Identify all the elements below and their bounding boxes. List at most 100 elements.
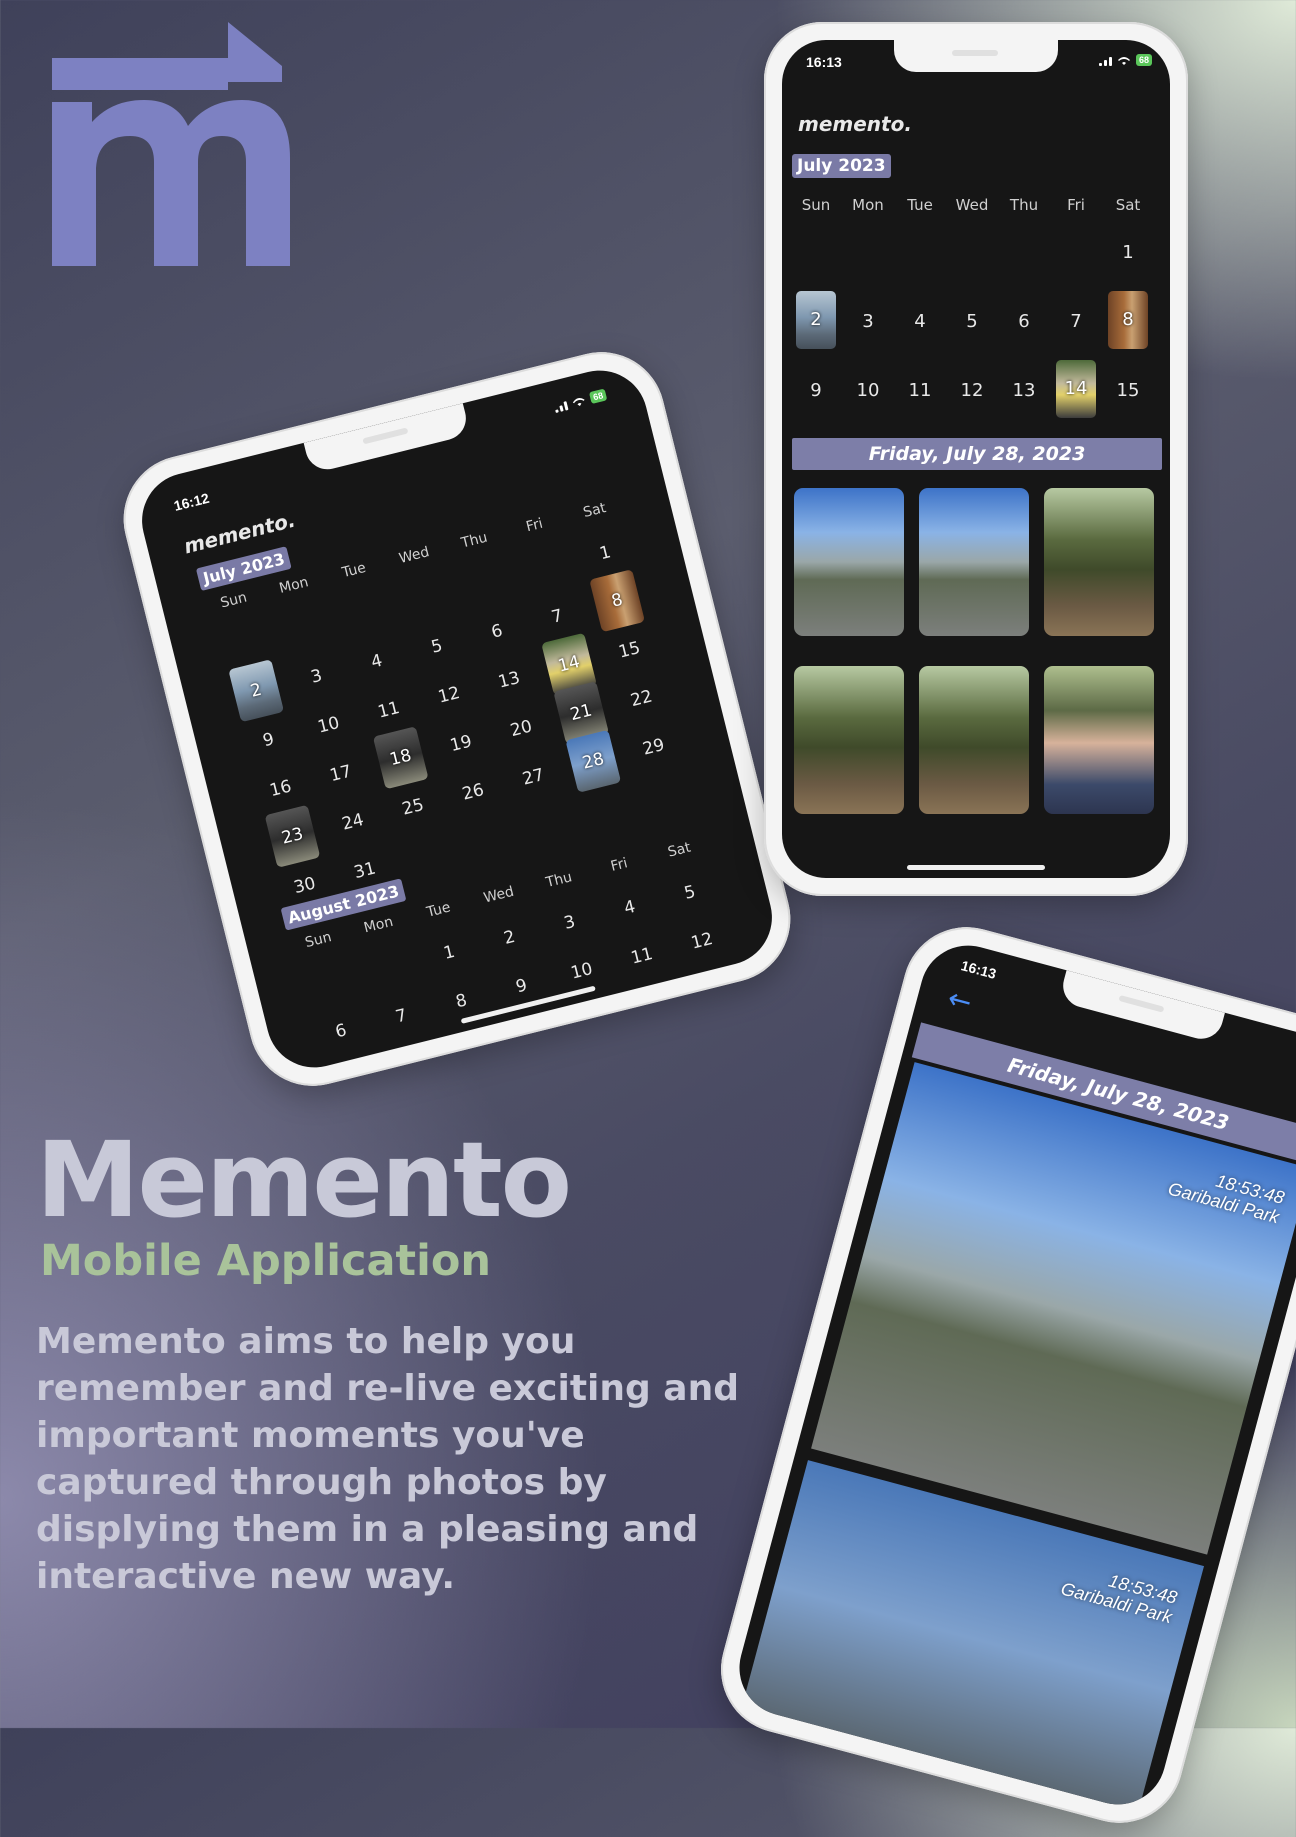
- weekday-label: Sun: [303, 929, 334, 952]
- calendar-day[interactable]: 5: [657, 876, 722, 910]
- weekday-label: Sun: [218, 589, 249, 612]
- status-icons: 68: [553, 388, 608, 413]
- calendar-day[interactable]: 12: [417, 678, 482, 712]
- calendar-day[interactable]: 9: [236, 723, 301, 757]
- calendar-day[interactable]: 19: [429, 727, 494, 761]
- calendar-day-with-photo[interactable]: 2: [796, 291, 836, 349]
- weekday-label: Wed: [482, 883, 516, 907]
- calendar-day-with-photo[interactable]: 23: [264, 804, 321, 868]
- calendar-day[interactable]: 12: [670, 924, 735, 958]
- calendar-day[interactable]: 10: [549, 954, 614, 988]
- signal-icon: [1098, 55, 1112, 66]
- calendar-day[interactable]: 7: [525, 600, 590, 634]
- photo-thumbnail-forest-path[interactable]: [1044, 488, 1154, 636]
- calendar-day[interactable]: 1: [573, 536, 638, 570]
- photo-meta: 18:53:48 Garibaldi Park: [1059, 1559, 1180, 1627]
- weekday-label: Tue: [425, 899, 453, 921]
- calendar-day[interactable]: 27: [501, 760, 566, 794]
- poster-title: Memento: [36, 1119, 572, 1241]
- weekday-label: Sat: [666, 839, 693, 861]
- calendar-day[interactable]: 6: [998, 311, 1050, 332]
- calendar-day[interactable]: 12: [946, 380, 998, 401]
- calendar-day[interactable]: 2: [477, 921, 542, 955]
- calendar-day[interactable]: 7: [369, 999, 434, 1033]
- calendar-day[interactable]: 7: [1050, 311, 1102, 332]
- calendar-day[interactable]: 17: [308, 757, 373, 791]
- calendar-day[interactable]: 25: [381, 790, 446, 824]
- status-time: 16:13: [959, 957, 999, 982]
- poster-subtitle: Mobile Application: [40, 1236, 491, 1286]
- signal-icon: [553, 399, 569, 413]
- calendar-day[interactable]: 13: [477, 663, 542, 697]
- weekday-label: Mon: [852, 196, 884, 214]
- calendar-day[interactable]: 4: [894, 311, 946, 332]
- photo-thumbnail-forest-trees[interactable]: [919, 666, 1029, 814]
- photo-meta: 18:53:48 Garibaldi Park: [1166, 1159, 1287, 1228]
- weekday-label: Thu: [544, 869, 574, 892]
- weekday-label: Sat: [581, 499, 608, 522]
- weekday-label: Mon: [362, 913, 395, 937]
- calendar-day[interactable]: 11: [894, 380, 946, 401]
- tilted-screen: 16:12 68 memento. July 2023 Sun Mon Tue Wed…: [131, 360, 783, 1078]
- weekday-label: Fri: [609, 855, 630, 875]
- calendar-day-with-photo[interactable]: 2: [228, 658, 284, 722]
- calendar-day[interactable]: 11: [609, 939, 674, 973]
- calendar-day[interactable]: 15: [597, 633, 662, 667]
- calendar-day[interactable]: 5: [404, 630, 469, 664]
- calendar-day[interactable]: 3: [284, 660, 349, 694]
- weekday-label: Thu: [459, 529, 490, 552]
- day-screen: 16:13 68 memento. July 2023 Sun Mon Tue Wed…: [782, 40, 1170, 878]
- notch: [894, 40, 1058, 72]
- back-arrow-icon[interactable]: ←: [944, 981, 975, 1019]
- photo-thumbnail-group-selfie[interactable]: [1044, 666, 1154, 814]
- calendar-day[interactable]: 4: [344, 645, 409, 679]
- calendar-day[interactable]: 10: [842, 380, 894, 401]
- calendar-day[interactable]: 5: [946, 311, 998, 332]
- calendar-day[interactable]: 3: [537, 906, 602, 940]
- weekday-label: Mon: [277, 574, 311, 597]
- weekday-label: Wed: [955, 196, 989, 214]
- photo-thumbnail-mountain-hikers[interactable]: [794, 488, 904, 636]
- memento-m-arrow-logo-icon: [52, 22, 290, 266]
- photo-thumbnail-mountain-trail[interactable]: [919, 488, 1029, 636]
- phone-photo-detail: 16:13 ← Friday, July 28, 2023 18:53:48 G…: [706, 912, 1296, 1837]
- calendar-day[interactable]: 13: [998, 380, 1050, 401]
- weekday-label: Tue: [907, 196, 933, 214]
- calendar-day[interactable]: 1: [417, 936, 482, 970]
- calendar-day[interactable]: 3: [842, 311, 894, 332]
- calendar-day-with-photo[interactable]: 14: [1056, 360, 1096, 418]
- status-icons: 68: [1098, 54, 1152, 66]
- calendar-day[interactable]: 20: [489, 712, 554, 746]
- poster-description: Memento aims to help you remember and re…: [36, 1321, 740, 1597]
- calendar-day-with-photo[interactable]: 8: [589, 568, 645, 632]
- calendar-day[interactable]: 4: [597, 891, 662, 925]
- status-time: 16:13: [806, 54, 842, 70]
- weekday-label: Sun: [801, 196, 831, 214]
- calendar-day[interactable]: 22: [609, 682, 674, 716]
- selected-date-bar: Friday, July 28, 2023: [792, 438, 1162, 470]
- phone-calendar-day: 16:13 68 memento. July 2023 Sun Mon Tue Wed…: [764, 22, 1188, 896]
- calendar-day[interactable]: 26: [441, 775, 506, 809]
- photo-thumbnail-forest-trail[interactable]: [794, 666, 904, 814]
- weekday-label: Fri: [1067, 196, 1085, 214]
- calendar-day[interactable]: 11: [356, 693, 421, 727]
- calendar-day[interactable]: 16: [248, 772, 313, 806]
- calendar-day-with-photo[interactable]: 8: [1108, 291, 1148, 349]
- calendar-day[interactable]: 9: [790, 380, 842, 401]
- calendar-day[interactable]: 1: [1102, 242, 1154, 263]
- calendar-day-with-photo[interactable]: 28: [565, 729, 622, 793]
- notch: [1058, 970, 1225, 1044]
- status-time: 16:12: [172, 489, 211, 514]
- calendar-day[interactable]: 10: [296, 708, 361, 742]
- calendar-day[interactable]: 6: [465, 615, 530, 649]
- app-logo: memento.: [798, 112, 912, 136]
- calendar-day[interactable]: 6: [309, 1014, 374, 1048]
- memento-logo: [52, 22, 312, 266]
- home-indicator[interactable]: [907, 865, 1045, 870]
- month-label: July 2023: [792, 154, 891, 178]
- calendar-day[interactable]: 15: [1102, 380, 1154, 401]
- calendar-day[interactable]: 24: [320, 805, 385, 839]
- calendar-day[interactable]: 29: [621, 730, 686, 764]
- phone-calendar-tilted: 16:12 68 memento. July 2023 Sun Mon Tue Wed…: [110, 338, 804, 1100]
- calendar-day-with-photo[interactable]: 18: [372, 725, 429, 789]
